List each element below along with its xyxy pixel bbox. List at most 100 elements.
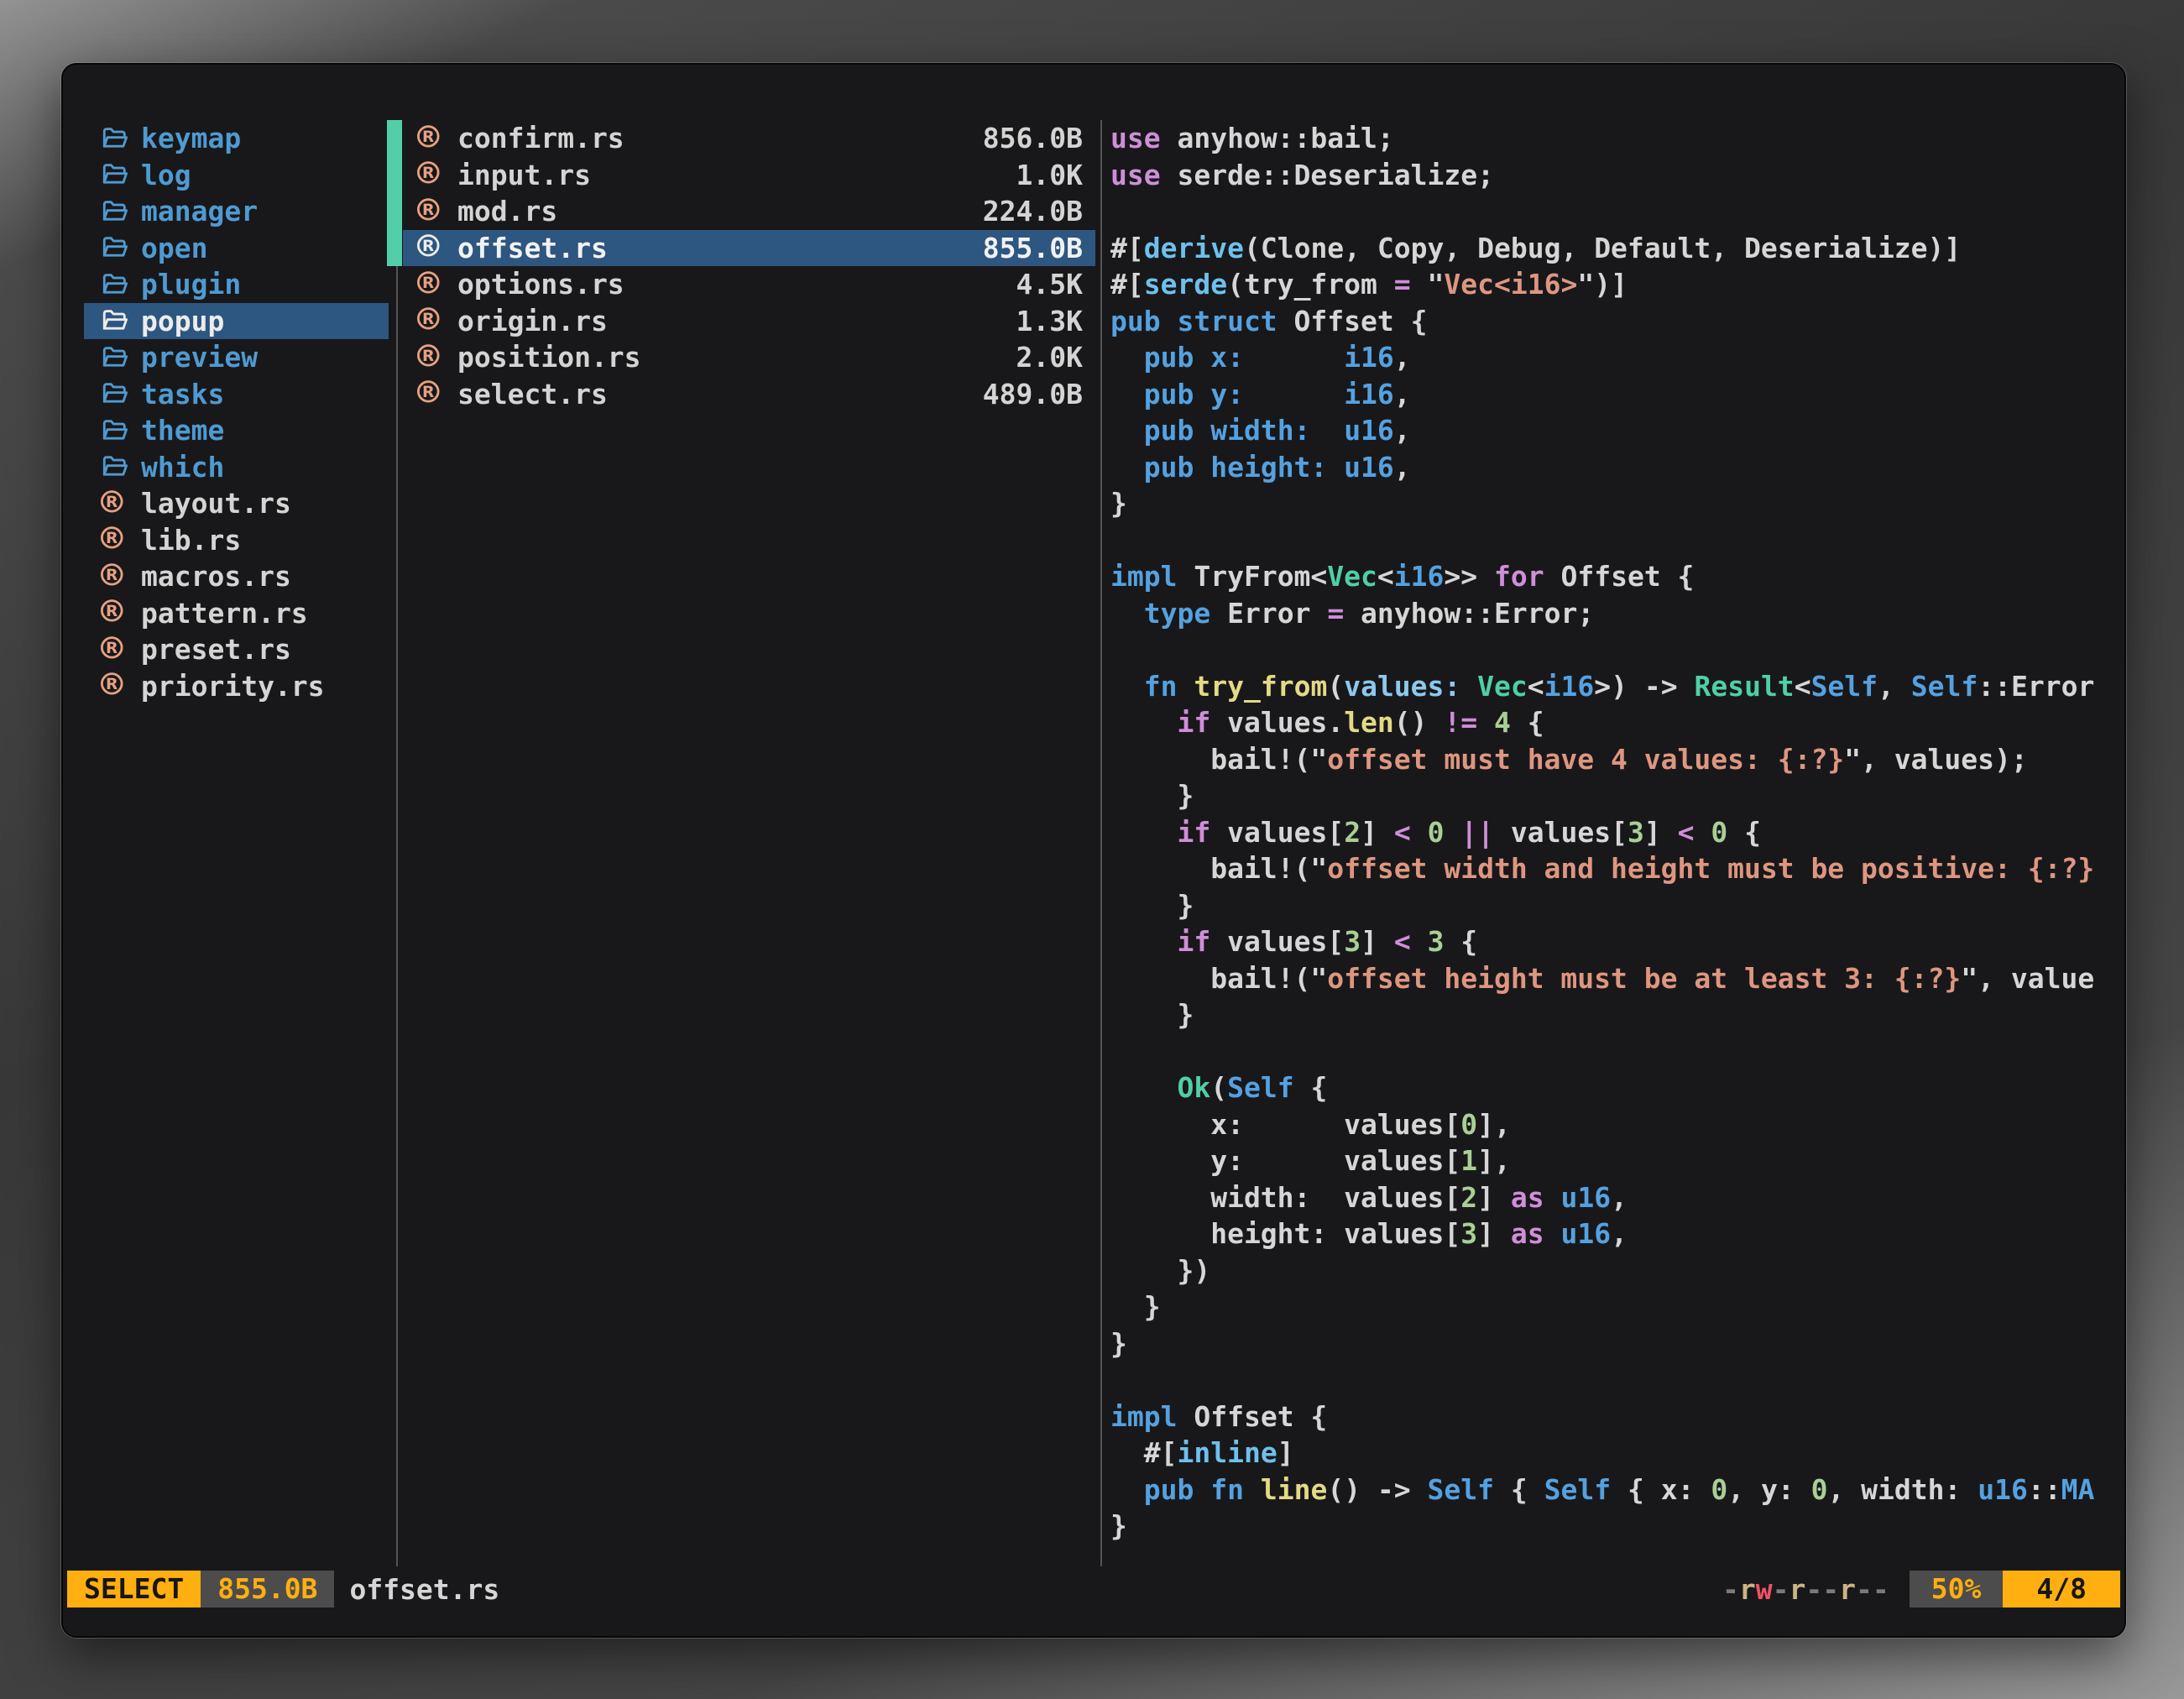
code-line: #[derive(Clone, Copy, Debug, Default, De…: [1110, 230, 2118, 267]
code-line: if values[3] < 3 {: [1110, 923, 2118, 960]
permission-char: -: [1773, 1573, 1790, 1606]
sidebar-item-label: layout.rs: [141, 487, 291, 520]
sidebar-item-layout-rs[interactable]: ®layout.rs: [84, 485, 389, 522]
desktop: { "colors": { "accent": "#ffaf0f", "sele…: [0, 0, 2184, 1699]
file-row-options-rs[interactable]: ®options.rs4.5K: [403, 266, 1095, 303]
code-line: height: values[3] as u16,: [1110, 1215, 2118, 1252]
code-line: #[inline]: [1110, 1435, 2118, 1472]
sidebar-item-label: theme: [141, 414, 224, 447]
sidebar-item-label: plugin: [141, 268, 241, 301]
permission-char: w: [1756, 1573, 1773, 1606]
mode-badge: SELECT: [67, 1571, 201, 1608]
code-preview-pane: use anyhow::bail;use serde::Deserialize;…: [1110, 120, 2118, 1566]
code-line: use serde::Deserialize;: [1110, 157, 2118, 194]
file-name: select.rs: [457, 378, 983, 410]
code-line: [1110, 193, 2118, 230]
sidebar-item-open[interactable]: open: [84, 230, 389, 267]
permission-char: --: [1856, 1573, 1889, 1606]
icon-box: [101, 306, 141, 335]
scroll-percent-badge: 50%: [1910, 1571, 2004, 1608]
code-line: }: [1110, 996, 2118, 1033]
code-line: x: values[0],: [1110, 1106, 2118, 1143]
code-line: Ok(Self {: [1110, 1069, 2118, 1106]
sidebar-item-theme[interactable]: theme: [84, 412, 389, 449]
sidebar-item-macros-rs[interactable]: ®macros.rs: [84, 558, 389, 595]
file-row-input-rs[interactable]: ®input.rs1.0K: [403, 157, 1095, 194]
file-size: 855.0B: [983, 232, 1083, 264]
file-row-position-rs[interactable]: ®position.rs2.0K: [403, 339, 1095, 376]
file-row-mod-rs[interactable]: ®mod.rs224.0B: [403, 193, 1095, 230]
sidebar-item-pattern-rs[interactable]: ®pattern.rs: [84, 595, 389, 632]
permission-char: r: [1790, 1573, 1806, 1606]
file-size: 856.0B: [983, 122, 1083, 154]
file-row-confirm-rs[interactable]: ®confirm.rs856.0B: [403, 120, 1095, 157]
file-size: 1.0K: [1016, 159, 1083, 191]
file-size: 2.0K: [1016, 341, 1083, 374]
sidebar-item-label: preview: [141, 341, 258, 374]
sidebar-item-label: macros.rs: [141, 560, 291, 593]
icon-box: [101, 452, 141, 481]
code-line: bail!("offset width and height must be p…: [1110, 850, 2118, 887]
sidebar-item-lib-rs[interactable]: ®lib.rs: [84, 522, 389, 559]
sidebar-item-label: popup: [141, 305, 224, 337]
folder-open-icon: [101, 416, 129, 445]
code-line: pub struct Offset {: [1110, 303, 2118, 340]
sidebar-item-label: keymap: [141, 122, 241, 154]
file-size: 1.3K: [1016, 305, 1083, 337]
folder-open-icon: [101, 197, 129, 226]
code-line: [1110, 1033, 2118, 1070]
sidebar-item-which[interactable]: which: [84, 449, 389, 486]
icon-box: [101, 124, 141, 153]
permission-char: --: [1805, 1573, 1839, 1606]
pane-divider-left: [396, 120, 398, 1566]
sidebar-item-priority-rs[interactable]: ®priority.rs: [84, 668, 389, 705]
sidebar-item-label: open: [141, 232, 207, 264]
code-line: [1110, 631, 2118, 668]
sidebar-item-log[interactable]: log: [84, 157, 389, 194]
icon-box: [101, 416, 141, 445]
pane-divider-right: [1100, 120, 1102, 1566]
code-line: fn try_from(values: Vec<i16>) -> Result<…: [1110, 668, 2118, 705]
code-line: pub y: i16,: [1110, 376, 2118, 413]
code-line: if values[2] < 0 || values[3] < 0 {: [1110, 814, 2118, 851]
file-size-badge: 855.0B: [201, 1571, 334, 1608]
icon-box: [101, 270, 141, 299]
sidebar-item-tasks[interactable]: tasks: [84, 376, 389, 413]
file-size: 4.5K: [1016, 268, 1083, 301]
code-line: pub x: i16,: [1110, 339, 2118, 376]
sidebar-item-plugin[interactable]: plugin: [84, 266, 389, 303]
icon-box: [101, 160, 141, 189]
icon-box: [101, 233, 141, 262]
icon-box: [101, 197, 141, 226]
file-name: input.rs: [457, 159, 1016, 191]
code-line: }: [1110, 777, 2118, 814]
file-row-select-rs[interactable]: ®select.rs489.0B: [403, 376, 1095, 413]
folder-open-icon: [101, 306, 129, 335]
terminal-window: keymap logmanageropen plugin popup preview ta…: [61, 63, 2126, 1638]
code-line: use anyhow::bail;: [1110, 120, 2118, 157]
code-line: pub width: u16,: [1110, 412, 2118, 449]
sidebar-item-popup[interactable]: popup: [84, 303, 389, 340]
sidebar-item-manager[interactable]: manager: [84, 193, 389, 230]
sidebar-item-keymap[interactable]: keymap: [84, 120, 389, 157]
sidebar-item-label: log: [141, 159, 191, 191]
sidebar-item-label: priority.rs: [141, 670, 325, 703]
icon-box: [101, 379, 141, 408]
file-row-offset-rs[interactable]: ®offset.rs855.0B: [403, 230, 1095, 267]
code-line: pub height: u16,: [1110, 449, 2118, 486]
code-line: }: [1110, 1508, 2118, 1545]
file-name: offset.rs: [457, 232, 983, 264]
permission-char: r: [1839, 1573, 1856, 1606]
sidebar-item-label: which: [141, 451, 224, 484]
sidebar-item-label: tasks: [141, 378, 224, 410]
file-row-origin-rs[interactable]: ®origin.rs1.3K: [403, 303, 1095, 340]
code-line: bail!("offset height must be at least 3:…: [1110, 960, 2118, 997]
cursor-position-badge: 4/8: [2003, 1571, 2120, 1608]
code-line: [1110, 1362, 2118, 1398]
sidebar-item-preview[interactable]: preview: [84, 339, 389, 376]
sidebar-item-preset-rs[interactable]: ®preset.rs: [84, 631, 389, 668]
file-name: position.rs: [457, 341, 1016, 374]
file-manager: keymap logmanageropen plugin popup preview ta…: [63, 65, 2124, 1636]
folder-open-icon: [101, 233, 129, 262]
code-line: pub fn line() -> Self { Self { x: 0, y: …: [1110, 1472, 2118, 1508]
